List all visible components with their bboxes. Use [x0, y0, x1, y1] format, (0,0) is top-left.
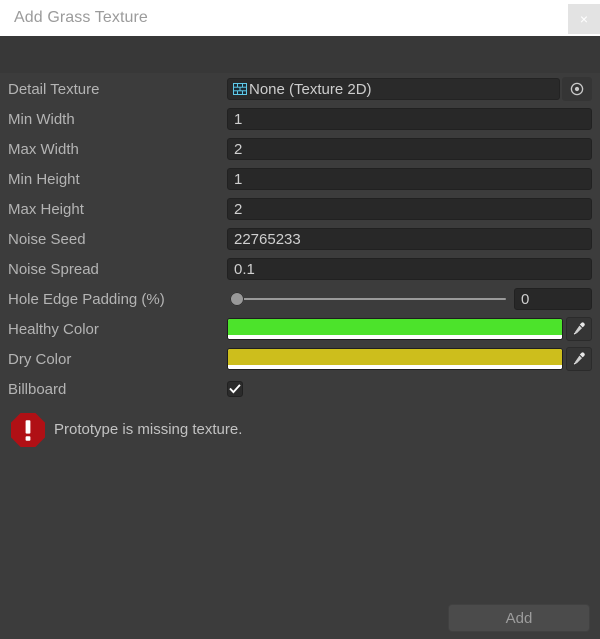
slider-track: [235, 298, 506, 300]
label-noise-seed: Noise Seed: [8, 230, 86, 248]
healthy-color-swatch[interactable]: [227, 318, 563, 340]
row-dry-color: Dry Color: [0, 344, 600, 374]
help-box-message: Prototype is missing texture.: [54, 421, 243, 438]
label-noise-spread: Noise Spread: [8, 260, 99, 278]
detail-texture-object-field[interactable]: None (Texture 2D): [227, 78, 560, 100]
control-max-height: 2: [227, 194, 592, 224]
object-picker-icon: [570, 82, 584, 96]
window-titlebar: Add Grass Texture ×: [0, 0, 600, 36]
dry-color-fill: [228, 349, 562, 365]
label-dry-color: Dry Color: [8, 350, 72, 368]
close-button[interactable]: ×: [568, 4, 600, 34]
close-icon: ×: [579, 11, 589, 27]
hole-edge-padding-input[interactable]: 0: [514, 288, 592, 310]
min-height-input[interactable]: 1: [227, 168, 592, 190]
row-noise-spread: Noise Spread 0.1: [0, 254, 600, 284]
row-max-height: Max Height 2: [0, 194, 600, 224]
window-footer: Add: [0, 597, 600, 639]
window-content: Detail Texture None (Texture 2D) Min Wid…: [0, 73, 600, 639]
help-box: Prototype is missing texture.: [8, 410, 592, 450]
control-noise-seed: 22765233: [227, 224, 592, 254]
row-hole-edge-padding: Hole Edge Padding (%) 0: [0, 284, 600, 314]
row-billboard: Billboard: [0, 374, 600, 404]
row-noise-seed: Noise Seed 22765233: [0, 224, 600, 254]
control-max-width: 2: [227, 134, 592, 164]
control-min-height: 1: [227, 164, 592, 194]
label-hole-edge-padding: Hole Edge Padding (%): [8, 290, 165, 308]
label-healthy-color: Healthy Color: [8, 320, 99, 338]
dry-color-alpha-bar: [228, 365, 562, 369]
label-min-width: Min Width: [8, 110, 75, 128]
max-width-input[interactable]: 2: [227, 138, 592, 160]
row-min-width: Min Width 1: [0, 104, 600, 134]
object-picker-button[interactable]: [562, 77, 592, 101]
window-header-strip: [0, 36, 600, 73]
add-button[interactable]: Add: [448, 604, 590, 632]
checkmark-icon: [229, 384, 241, 394]
label-billboard: Billboard: [8, 380, 67, 398]
control-hole-edge-padding: 0: [227, 284, 592, 314]
label-min-height: Min Height: [8, 170, 80, 188]
eyedropper-icon: [573, 352, 585, 366]
healthy-color-alpha-bar: [228, 335, 562, 339]
label-detail-texture: Detail Texture: [8, 80, 100, 98]
detail-texture-value: None (Texture 2D): [249, 80, 372, 98]
control-noise-spread: 0.1: [227, 254, 592, 284]
row-max-width: Max Width 2: [0, 134, 600, 164]
texture2d-icon: [233, 83, 247, 95]
error-icon: [11, 413, 45, 447]
min-width-input[interactable]: 1: [227, 108, 592, 130]
hole-edge-padding-slider[interactable]: [227, 288, 508, 310]
dry-color-eyedropper-button[interactable]: [566, 347, 592, 371]
slider-knob[interactable]: [230, 292, 244, 306]
healthy-color-eyedropper-button[interactable]: [566, 317, 592, 341]
noise-spread-input[interactable]: 0.1: [227, 258, 592, 280]
control-healthy-color: [227, 314, 592, 344]
eyedropper-icon: [573, 322, 585, 336]
dry-color-swatch[interactable]: [227, 348, 563, 370]
row-detail-texture: Detail Texture None (Texture 2D): [0, 74, 600, 104]
control-dry-color: [227, 344, 592, 374]
window-title: Add Grass Texture: [14, 9, 148, 26]
billboard-checkbox[interactable]: [227, 381, 243, 397]
row-healthy-color: Healthy Color: [0, 314, 600, 344]
control-detail-texture: None (Texture 2D): [227, 74, 592, 104]
label-max-width: Max Width: [8, 140, 79, 158]
add-grass-texture-window: Add Grass Texture × Detail Texture None …: [0, 0, 600, 639]
property-list: Detail Texture None (Texture 2D) Min Wid…: [0, 73, 600, 404]
noise-seed-input[interactable]: 22765233: [227, 228, 592, 250]
control-billboard: [227, 374, 592, 404]
max-height-input[interactable]: 2: [227, 198, 592, 220]
control-min-width: 1: [227, 104, 592, 134]
label-max-height: Max Height: [8, 200, 84, 218]
healthy-color-fill: [228, 319, 562, 335]
row-min-height: Min Height 1: [0, 164, 600, 194]
